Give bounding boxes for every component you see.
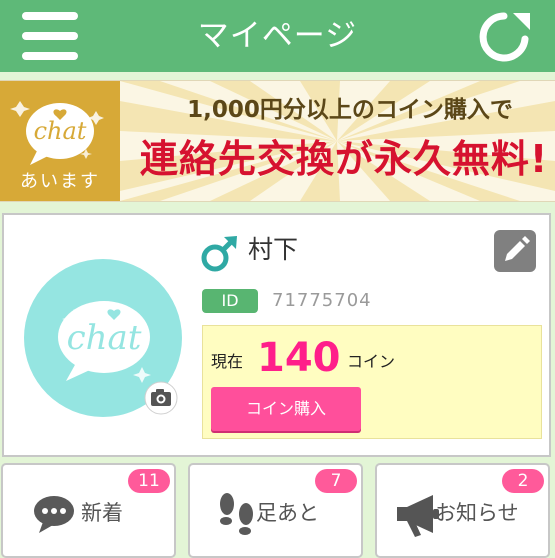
- notifications-label: お知らせ: [435, 501, 519, 525]
- notifications-badge: 2: [502, 469, 544, 493]
- male-icon: [201, 236, 237, 272]
- user-id: 71775704: [272, 290, 372, 311]
- menu-button[interactable]: [22, 11, 80, 61]
- refresh-button[interactable]: [474, 8, 532, 66]
- chat-logo: chat あいます: [0, 81, 120, 201]
- banner-line-1: 1,000円分以上のコイン購入で: [187, 97, 513, 123]
- avatar-text: chat: [67, 318, 142, 358]
- chat-logo-text: chat: [34, 117, 87, 145]
- profile-card: chat 村下 ID 71775704 現在 140 コイン コイン購入: [2, 213, 551, 457]
- promo-banner[interactable]: chat あいます 1,000円分以上のコイン購入で 連絡先交換が永久無料!: [0, 80, 555, 202]
- refresh-icon: [479, 12, 530, 62]
- banner-line-2: 連絡先交換が永久無料!: [139, 137, 549, 181]
- camera-icon: [144, 381, 178, 415]
- user-name: 村下: [248, 235, 299, 264]
- menu-bar: [22, 12, 78, 20]
- footprints-icon: [220, 493, 253, 535]
- coin-amount: 140: [257, 335, 341, 381]
- app-header: マイページ: [0, 0, 555, 72]
- chat-logo-subtext: あいます: [20, 171, 100, 192]
- page-title: マイページ: [197, 18, 358, 54]
- chat-bubble-icon: [34, 496, 74, 533]
- id-label: ID: [202, 289, 258, 313]
- menu-bar: [22, 32, 78, 40]
- footprints-label: 足あと: [256, 501, 319, 525]
- edit-profile-button[interactable]: [494, 230, 536, 272]
- coin-unit: コイン: [347, 352, 396, 371]
- buy-coins-button[interactable]: コイン購入: [211, 387, 361, 431]
- tile-footprints[interactable]: 7 足あと: [188, 463, 363, 558]
- menu-bar: [22, 52, 78, 60]
- coin-current-label: 現在: [211, 352, 244, 371]
- tile-new-messages[interactable]: 11 新着: [1, 463, 176, 558]
- footprints-badge: 7: [315, 469, 357, 493]
- new-messages-label: 新着: [81, 501, 123, 525]
- change-photo-button[interactable]: [144, 381, 178, 415]
- new-messages-badge: 11: [128, 469, 170, 493]
- pencil-icon: [505, 236, 530, 261]
- tile-notifications[interactable]: 2 お知らせ: [375, 463, 550, 558]
- coin-balance-panel: 現在 140 コイン コイン購入: [202, 325, 542, 439]
